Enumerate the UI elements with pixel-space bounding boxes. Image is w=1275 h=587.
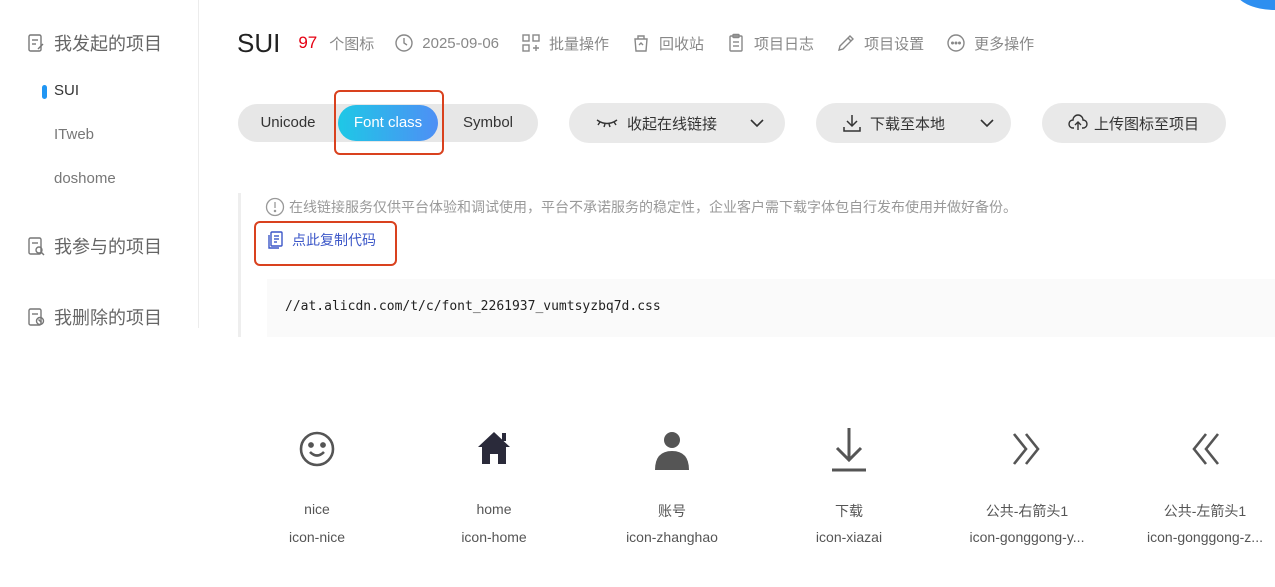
- download-icon: [832, 428, 866, 472]
- project-settings-label: 项目设置: [864, 35, 925, 53]
- closed-eye-icon: [596, 119, 618, 128]
- sidebar-item-label: doshome: [54, 170, 116, 187]
- notice-message: 在线链接服务仅供平台体验和调试使用，平台不承诺服务的稳定性，企业客户需下载字体包…: [289, 199, 1017, 215]
- more-icon: [947, 34, 965, 52]
- icon-card-nice[interactable]: nice icon-nice: [237, 412, 397, 562]
- project-settings-button[interactable]: 项目设置: [836, 33, 924, 54]
- css-link-url[interactable]: //at.alicdn.com/t/c/font_2261937_vumtsyz…: [285, 299, 661, 314]
- icon-count: 97: [298, 33, 318, 52]
- notice-text: 在线链接服务仅供平台体验和调试使用，平台不承诺服务的稳定性，企业客户需下载字体包…: [265, 197, 1017, 217]
- icon-class-name: icon-gonggong-z...: [1147, 529, 1263, 545]
- info-icon: [265, 197, 285, 217]
- copy-icon: [268, 231, 283, 249]
- icon-class-name: icon-gonggong-y...: [969, 529, 1085, 545]
- icon-card-zhanghao[interactable]: 账号 icon-zhanghao: [592, 412, 752, 562]
- clock-icon: [395, 34, 413, 52]
- project-log-label: 项目日志: [754, 35, 815, 53]
- icon-name: 下载: [835, 503, 863, 519]
- download-icon: [843, 115, 861, 132]
- sidebar-group-my-projects[interactable]: 我发起的项目: [26, 30, 162, 56]
- project-icon: [28, 34, 44, 52]
- icon-name: 公共-右箭头1: [985, 503, 1069, 519]
- icon-card-gonggong-left[interactable]: 公共-左箭头1 icon-gonggong-z...: [1125, 412, 1275, 562]
- icon-class-name: icon-home: [461, 529, 527, 545]
- sidebar-item-itweb[interactable]: ITweb: [54, 126, 94, 143]
- copy-code-label: 点此复制代码: [292, 232, 376, 248]
- active-marker: [42, 85, 47, 99]
- chevron-down-icon: [750, 119, 764, 128]
- tab-symbol[interactable]: Symbol: [438, 104, 538, 142]
- double-left-arrow-icon: [1192, 433, 1220, 465]
- icon-name: 公共-左箭头1: [1163, 503, 1247, 519]
- collapse-online-link-label: 收起在线链接: [627, 115, 718, 133]
- icon-name: nice: [304, 501, 330, 517]
- copy-code-link[interactable]: 点此复制代码: [266, 230, 376, 250]
- project-log-button[interactable]: 项目日志: [726, 33, 814, 54]
- recycle-bin-button[interactable]: 回收站: [631, 33, 704, 54]
- double-right-arrow-icon: [1012, 433, 1040, 465]
- sidebar: 我发起的项目 SUI ITweb doshome 我参与的项目 我删除的项目: [0, 0, 199, 328]
- project-header: SUI 97 个图标 2025-09-06 批量操作 回收站 项目日志 项目设置…: [237, 26, 1034, 60]
- sidebar-item-label: ITweb: [54, 126, 95, 143]
- chevron-down-icon: [980, 119, 994, 128]
- tab-unicode[interactable]: Unicode: [238, 104, 338, 142]
- page-title: SUI: [237, 27, 281, 58]
- more-actions-label: 更多操作: [974, 35, 1035, 53]
- sidebar-group-label: 我删除的项目: [54, 308, 162, 328]
- icon-name: 账号: [658, 503, 686, 519]
- sidebar-item-sui[interactable]: SUI: [42, 82, 80, 99]
- date-display: 2025-09-06: [394, 33, 499, 53]
- participate-icon: [28, 237, 45, 256]
- smile-icon: [299, 431, 335, 467]
- recycle-bin-label: 回收站: [659, 35, 705, 53]
- batch-operation-label: 批量操作: [549, 35, 610, 53]
- sidebar-item-label: SUI: [54, 82, 80, 99]
- icon-class-name: icon-xiazai: [815, 529, 883, 545]
- cloud-upload-icon: [1068, 114, 1088, 130]
- tab-font-class[interactable]: Font class: [338, 105, 438, 141]
- date-text: 2025-09-06: [422, 34, 500, 52]
- icon-count-unit: 个图标: [329, 35, 375, 53]
- upload-icons-label: 上传图标至项目: [1094, 115, 1200, 133]
- download-local-label: 下载至本地: [870, 115, 946, 133]
- icon-class-name: icon-zhanghao: [626, 529, 718, 545]
- grid-icon: [522, 34, 540, 52]
- link-mode-switch: Unicode Font class Symbol: [238, 104, 538, 142]
- collapse-online-link-button[interactable]: 收起在线链接: [569, 103, 785, 143]
- sidebar-group-label: 我发起的项目: [54, 34, 162, 54]
- upload-icons-button[interactable]: 上传图标至项目: [1042, 103, 1226, 143]
- icon-class-name: icon-nice: [288, 529, 346, 545]
- sidebar-group-participated[interactable]: 我参与的项目: [26, 233, 162, 259]
- corner-decoration: [1235, 0, 1275, 10]
- sidebar-group-deleted[interactable]: 我删除的项目: [26, 304, 162, 330]
- icon-card-home[interactable]: home icon-home: [414, 412, 574, 562]
- download-local-button[interactable]: 下载至本地: [816, 103, 1011, 143]
- clipboard-icon: [729, 33, 743, 52]
- deleted-icon: [28, 308, 45, 326]
- recycle-bin-icon: [634, 35, 648, 52]
- icon-card-gonggong-right[interactable]: 公共-右箭头1 icon-gonggong-y...: [947, 412, 1107, 562]
- edit-icon: [838, 35, 855, 51]
- icon-card-xiazai[interactable]: 下载 icon-xiazai: [769, 412, 929, 562]
- batch-operation-button[interactable]: 批量操作: [521, 33, 609, 54]
- more-actions-button[interactable]: 更多操作: [946, 33, 1034, 54]
- sidebar-item-doshome[interactable]: doshome: [54, 170, 116, 187]
- sidebar-group-label: 我参与的项目: [54, 237, 162, 257]
- user-icon: [655, 432, 689, 470]
- home-icon: [478, 432, 510, 464]
- icon-name: home: [476, 501, 512, 517]
